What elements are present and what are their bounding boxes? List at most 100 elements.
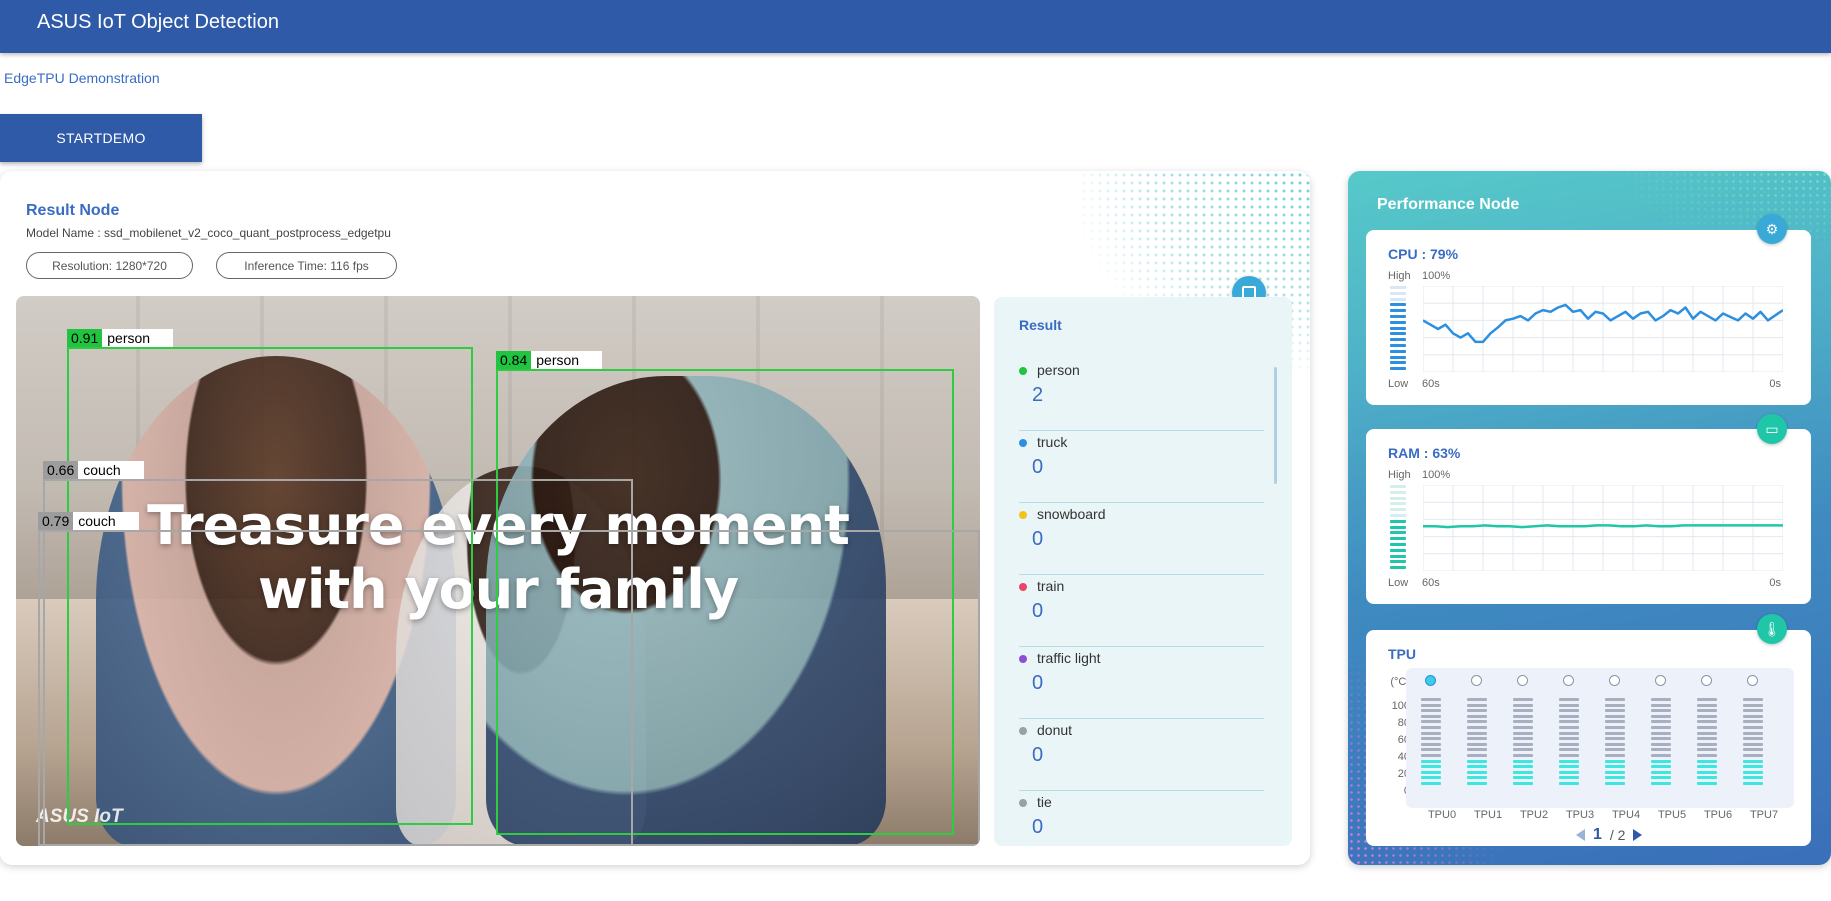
tpu-select-radio[interactable] bbox=[1701, 675, 1712, 686]
level-segment bbox=[1513, 703, 1533, 707]
level-segment bbox=[1651, 714, 1671, 718]
current-page: 1 bbox=[1593, 826, 1602, 843]
level-segment bbox=[1390, 286, 1406, 289]
level-segment bbox=[1605, 765, 1625, 769]
performance-node-title: Performance Node bbox=[1377, 196, 1520, 213]
class-label: traffic light bbox=[1037, 650, 1101, 666]
tpu-temperature-bar bbox=[1697, 698, 1717, 788]
tpu-select-radio[interactable] bbox=[1425, 675, 1436, 686]
level-segment bbox=[1421, 737, 1441, 741]
tpu-select-radio[interactable] bbox=[1563, 675, 1574, 686]
tpu-select-radio[interactable] bbox=[1609, 675, 1620, 686]
start-demo-button[interactable]: STARTDEMO bbox=[0, 114, 202, 162]
level-segment bbox=[1559, 759, 1579, 763]
level-segment bbox=[1421, 742, 1441, 746]
class-color-dot bbox=[1019, 799, 1027, 807]
detection-score: 0.91 bbox=[67, 329, 103, 347]
level-segment bbox=[1559, 742, 1579, 746]
level-segment bbox=[1513, 737, 1533, 741]
level-segment bbox=[1390, 303, 1406, 307]
detection-score: 0.84 bbox=[496, 351, 532, 369]
level-segment bbox=[1390, 314, 1406, 318]
level-segment bbox=[1421, 770, 1441, 774]
level-segment bbox=[1513, 725, 1533, 729]
level-segment bbox=[1605, 703, 1625, 707]
tpu-select-radio[interactable] bbox=[1655, 675, 1666, 686]
level-segment bbox=[1605, 753, 1625, 757]
total-pages: / 2 bbox=[1609, 827, 1626, 843]
level-segment bbox=[1743, 770, 1763, 774]
level-segment bbox=[1390, 566, 1406, 570]
detection-label-person-1: 0.91 person bbox=[67, 329, 174, 347]
level-segment bbox=[1697, 765, 1717, 769]
tpu-temperature-bar bbox=[1513, 698, 1533, 788]
level-segment bbox=[1390, 355, 1406, 359]
level-segment bbox=[1743, 753, 1763, 757]
level-segment bbox=[1743, 748, 1763, 752]
detection-video-frame: Treasure every moment with your family A… bbox=[16, 296, 980, 846]
result-list[interactable]: person 2 truck 0 snowboard 0 train 0 tra… bbox=[1019, 359, 1264, 846]
level-segment bbox=[1390, 560, 1406, 564]
level-segment bbox=[1697, 720, 1717, 724]
tpu-select-radio[interactable] bbox=[1471, 675, 1482, 686]
level-segment bbox=[1467, 725, 1487, 729]
level-segment bbox=[1559, 765, 1579, 769]
tpu-label: TPU0 bbox=[1427, 809, 1457, 821]
level-segment bbox=[1605, 725, 1625, 729]
result-list-scrollbar[interactable] bbox=[1274, 367, 1277, 484]
next-page-icon[interactable] bbox=[1633, 829, 1643, 841]
level-segment bbox=[1390, 343, 1406, 347]
level-segment bbox=[1743, 742, 1763, 746]
level-segment bbox=[1421, 714, 1441, 718]
detection-label-person-2: 0.84 person bbox=[496, 351, 603, 369]
prev-page-icon[interactable] bbox=[1576, 829, 1585, 841]
class-color-dot bbox=[1019, 367, 1027, 375]
level-segment bbox=[1390, 537, 1406, 541]
level-segment bbox=[1513, 720, 1533, 724]
tpu-pager: 1 / 2 bbox=[1576, 826, 1643, 844]
level-segment bbox=[1559, 748, 1579, 752]
class-count: 0 bbox=[1032, 600, 1044, 622]
level-segment bbox=[1651, 759, 1671, 763]
cpu-title: CPU : 79% bbox=[1388, 246, 1459, 262]
level-segment bbox=[1651, 765, 1671, 769]
level-segment bbox=[1559, 714, 1579, 718]
level-segment bbox=[1697, 703, 1717, 707]
level-segment bbox=[1467, 748, 1487, 752]
level-segment bbox=[1605, 737, 1625, 741]
level-segment bbox=[1390, 326, 1406, 330]
level-segment bbox=[1743, 731, 1763, 735]
level-segment bbox=[1390, 349, 1406, 353]
tpu-select-radio[interactable] bbox=[1517, 675, 1528, 686]
level-segment bbox=[1513, 781, 1533, 785]
tpu-label: TPU2 bbox=[1519, 809, 1549, 821]
level-segment bbox=[1743, 714, 1763, 718]
level-segment bbox=[1467, 770, 1487, 774]
level-segment bbox=[1697, 725, 1717, 729]
level-segment bbox=[1421, 731, 1441, 735]
tpu-label: TPU5 bbox=[1657, 809, 1687, 821]
level-segment bbox=[1390, 338, 1406, 342]
level-segment bbox=[1651, 720, 1671, 724]
level-segment bbox=[1605, 698, 1625, 701]
level-segment bbox=[1605, 742, 1625, 746]
level-segment bbox=[1559, 731, 1579, 735]
level-segment bbox=[1651, 737, 1671, 741]
level-segment bbox=[1605, 781, 1625, 785]
detection-class: couch bbox=[73, 512, 140, 530]
level-segment bbox=[1743, 781, 1763, 785]
level-segment bbox=[1743, 698, 1763, 701]
cpu-level-meter bbox=[1390, 286, 1406, 372]
tpu-select-radio[interactable] bbox=[1747, 675, 1758, 686]
level-segment bbox=[1467, 776, 1487, 780]
detection-label-couch-2: 0.79 couch bbox=[38, 512, 140, 530]
level-segment bbox=[1559, 781, 1579, 785]
level-segment bbox=[1421, 720, 1441, 724]
detection-score: 0.66 bbox=[43, 461, 79, 479]
level-segment bbox=[1559, 776, 1579, 780]
class-color-dot bbox=[1019, 511, 1027, 519]
level-segment bbox=[1651, 781, 1671, 785]
level-segment bbox=[1559, 720, 1579, 724]
level-segment bbox=[1467, 698, 1487, 701]
resolution-badge: Resolution: 1280*720 bbox=[26, 252, 193, 279]
